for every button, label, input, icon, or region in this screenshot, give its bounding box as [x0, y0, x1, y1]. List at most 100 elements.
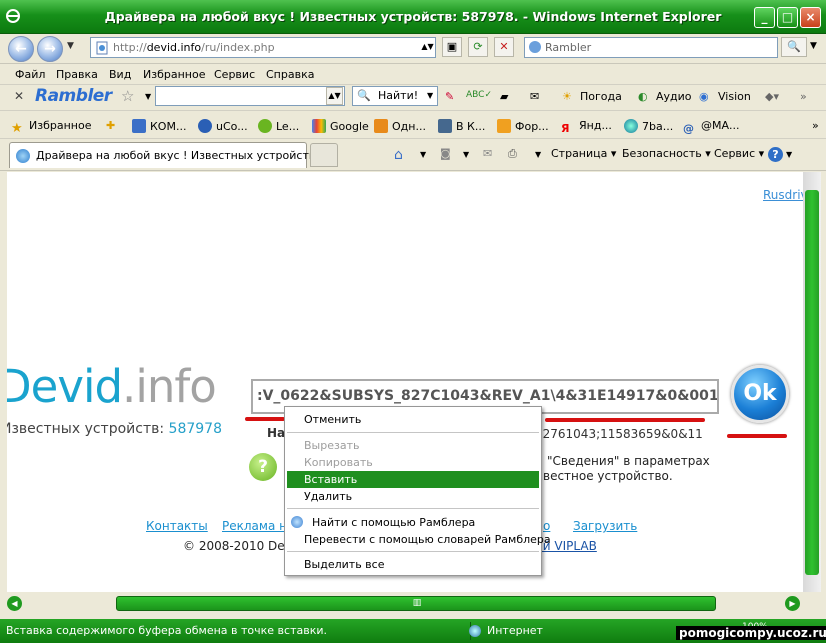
- menu-item-rambler-search[interactable]: Найти с помощью Рамблера: [287, 514, 539, 531]
- vision-link[interactable]: Vision: [718, 90, 751, 103]
- help-icon[interactable]: ?: [768, 147, 783, 162]
- favorite-item[interactable]: @ @МА...: [683, 119, 740, 136]
- status-text: Вставка содержимого буфера обмена в точк…: [6, 624, 328, 637]
- add-favorite-icon[interactable]: ✚: [106, 119, 115, 132]
- menu-item-rambler-translate[interactable]: Перевести с помощью словарей Рамблера: [287, 531, 551, 548]
- rambler-find-button[interactable]: 🔍 Найти! ▼: [352, 86, 438, 106]
- scroll-right-icon[interactable]: ▶: [785, 596, 800, 611]
- find-dropdown-icon: ▼: [427, 91, 434, 100]
- menu-item-copy[interactable]: Копировать: [287, 454, 539, 471]
- favorite-item[interactable]: Google: [312, 119, 369, 133]
- address-dropdown-icon[interactable]: ▲▼: [420, 38, 435, 57]
- rambler-logo[interactable]: Rambler: [35, 86, 112, 106]
- search-options-icon[interactable]: ▼: [810, 41, 817, 51]
- example-prefix: На: [267, 426, 286, 440]
- star-dropdown-icon[interactable]: ▼: [145, 92, 151, 101]
- devices-count: 587978: [168, 421, 222, 437]
- site-logo[interactable]: Devid.info: [7, 360, 217, 413]
- tools-menu[interactable]: Сервис ▾: [714, 147, 764, 160]
- close-button[interactable]: ×: [800, 7, 821, 28]
- url-path: /ru/index.php: [201, 41, 275, 54]
- home-dropdown-icon[interactable]: ▼: [420, 150, 426, 159]
- favorite-item[interactable]: uCo...: [198, 119, 248, 133]
- tab-active[interactable]: Драйвера на любой вкус ! Известных устро…: [9, 142, 333, 168]
- menu-view[interactable]: Вид: [109, 68, 131, 81]
- site-icon: [132, 119, 146, 133]
- footer-link-ads[interactable]: Реклама н: [222, 519, 287, 533]
- forward-button[interactable]: →: [37, 36, 63, 62]
- search-placeholder: Rambler: [545, 41, 592, 54]
- favorite-item[interactable]: Одн...: [374, 119, 426, 133]
- more-icon[interactable]: »: [800, 90, 807, 103]
- rambler-input-dropdown-icon[interactable]: ▲▼: [326, 87, 343, 105]
- home-icon[interactable]: ⌂: [394, 147, 403, 163]
- menu-item-undo[interactable]: Отменить: [287, 411, 539, 428]
- menu-item-cut[interactable]: Вырезать: [287, 437, 539, 454]
- rambler-search-input[interactable]: [155, 86, 345, 106]
- favorite-item[interactable]: Фор...: [497, 119, 549, 133]
- feeds-dropdown-icon[interactable]: ▼: [463, 150, 469, 159]
- search-go-icon[interactable]: 🔍: [781, 37, 807, 57]
- yandex-icon: Я: [561, 122, 570, 135]
- history-dropdown-icon[interactable]: ▼: [67, 41, 74, 51]
- spellcheck-icon[interactable]: ABC✓: [466, 90, 492, 100]
- ok-button[interactable]: Ok: [731, 365, 789, 423]
- highlight-icon[interactable]: ✎: [445, 90, 454, 103]
- favorite-item[interactable]: Я Янд...: [561, 119, 612, 136]
- compatibility-icon[interactable]: ▣: [442, 37, 462, 57]
- stop-icon[interactable]: ✕: [494, 37, 514, 57]
- minimize-button[interactable]: _: [754, 7, 775, 28]
- annotation-underline: [245, 417, 285, 421]
- page-menu[interactable]: Страница ▾: [551, 147, 616, 160]
- eraser-icon[interactable]: ▰: [500, 90, 508, 103]
- mail-icon[interactable]: ✉: [530, 90, 539, 103]
- menu-tools[interactable]: Сервис: [214, 68, 255, 81]
- close-toolbar-icon[interactable]: ✕: [14, 89, 24, 103]
- back-button[interactable]: ←: [8, 36, 34, 62]
- menu-file[interactable]: Файл: [15, 68, 45, 81]
- favorite-label: @МА...: [701, 119, 740, 132]
- safety-menu[interactable]: Безопасность ▾: [622, 147, 711, 160]
- safety-menu-label: Безопасность: [622, 147, 702, 160]
- address-input[interactable]: http://devid.info/ru/index.php: [90, 37, 436, 58]
- favorite-item[interactable]: Le...: [258, 119, 299, 133]
- search-input[interactable]: Rambler: [524, 37, 778, 58]
- footer-link-contacts[interactable]: Контакты: [146, 519, 208, 533]
- menu-help[interactable]: Справка: [266, 68, 314, 81]
- annotation-underline: [545, 418, 705, 422]
- menu-item-paste[interactable]: Вставить: [287, 471, 539, 488]
- new-tab-button[interactable]: [310, 143, 338, 167]
- globe-icon: [624, 119, 638, 133]
- weather-link[interactable]: Погода: [580, 90, 622, 103]
- context-menu: Отменить Вырезать Копировать Вставить Уд…: [284, 406, 551, 576]
- audio-link[interactable]: Аудио: [656, 90, 692, 103]
- site-icon: [497, 119, 511, 133]
- page-menu-label: Страница: [551, 147, 608, 160]
- print-icon[interactable]: ⎙: [508, 147, 517, 161]
- print-dropdown-icon[interactable]: ▼: [535, 150, 541, 159]
- menu-edit[interactable]: Правка: [56, 68, 98, 81]
- menu-item-delete[interactable]: Удалить: [287, 488, 539, 505]
- rusdriv-link[interactable]: Rusdriv: [763, 188, 803, 202]
- menu-favorites[interactable]: Избранное: [143, 68, 205, 81]
- favorite-label: Google: [330, 120, 369, 133]
- maximize-button[interactable]: □: [777, 7, 798, 28]
- favorites-more-icon[interactable]: »: [812, 119, 819, 132]
- favorite-item[interactable]: КОМ...: [132, 119, 186, 133]
- globe-icon: [469, 625, 481, 637]
- horizontal-scroll-thumb[interactable]: ▥: [116, 596, 716, 611]
- star-icon[interactable]: ☆: [121, 87, 134, 105]
- options-icon[interactable]: ◆▾: [765, 90, 779, 103]
- mail-ru-icon: @: [683, 122, 694, 135]
- favorite-item[interactable]: 7ba...: [624, 119, 673, 133]
- menu-item-select-all[interactable]: Выделить все: [287, 556, 539, 573]
- footer-link-download[interactable]: Загрузить: [573, 519, 637, 533]
- read-mail-icon[interactable]: ✉: [483, 147, 492, 160]
- feeds-icon[interactable]: ◙: [440, 147, 451, 160]
- scroll-left-icon[interactable]: ◀: [7, 596, 22, 611]
- favorite-item[interactable]: В К...: [438, 119, 485, 133]
- favorites-button[interactable]: ★ Избранное: [11, 119, 91, 136]
- vertical-scroll-thumb[interactable]: [805, 190, 819, 575]
- help-dropdown-icon[interactable]: ▼: [786, 150, 792, 159]
- refresh-icon[interactable]: ⟳: [468, 37, 488, 57]
